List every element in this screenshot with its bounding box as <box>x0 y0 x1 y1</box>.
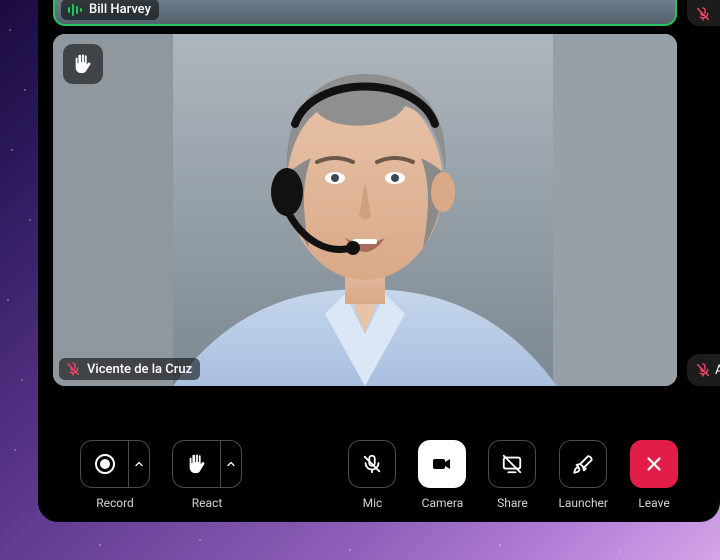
call-toolbar: Record React <box>38 440 720 510</box>
participant-name-chip: Vicente de la Cruz <box>59 358 200 380</box>
record-icon <box>93 452 117 476</box>
hand-raised-icon <box>186 453 208 475</box>
rocket-icon <box>572 453 594 475</box>
camera-button[interactable] <box>418 440 466 488</box>
record-button-group <box>80 440 150 488</box>
toolbar-right-cluster: Mic Camera Share <box>348 440 678 510</box>
share-screen-off-icon <box>501 453 523 475</box>
mic-label: Mic <box>363 496 383 510</box>
leave-button[interactable] <box>630 440 678 488</box>
react-menu-button[interactable] <box>220 440 242 488</box>
launcher-button[interactable] <box>559 440 607 488</box>
speaking-indicator-icon <box>67 3 83 17</box>
close-icon <box>643 453 665 475</box>
react-button[interactable] <box>172 440 220 488</box>
mic-muted-icon <box>695 6 711 22</box>
share-label: Share <box>497 496 528 510</box>
participant-video-placeholder <box>53 34 677 386</box>
share-button[interactable] <box>488 440 536 488</box>
participant-name: Vicente de la Cruz <box>87 362 192 377</box>
mic-muted-icon <box>695 362 711 378</box>
chevron-up-icon <box>225 458 237 470</box>
mic-button[interactable] <box>348 440 396 488</box>
hand-raised-icon <box>72 53 94 75</box>
camera-label: Camera <box>422 496 464 510</box>
launcher-label: Launcher <box>558 496 608 510</box>
mic-muted-icon <box>65 361 81 377</box>
react-button-group <box>172 440 242 488</box>
chevron-up-icon <box>133 458 145 470</box>
react-label: React <box>192 496 223 510</box>
call-panel: Bill Harvey <box>38 0 720 522</box>
participant-name: Bill Harvey <box>89 2 151 17</box>
record-button[interactable] <box>80 440 128 488</box>
hand-raised-badge <box>63 44 103 84</box>
toolbar-left-cluster: Record React <box>80 440 242 510</box>
leave-label: Leave <box>638 496 669 510</box>
participant-name-chip: Bill Harvey <box>61 0 159 20</box>
participant-tile-right-1[interactable] <box>687 0 720 26</box>
participant-name-partial: A <box>715 363 720 378</box>
camera-icon <box>430 452 454 476</box>
participant-tile-main[interactable]: Vicente de la Cruz <box>53 34 677 386</box>
participant-tile-right-2[interactable]: A <box>687 354 720 386</box>
mic-muted-icon <box>361 453 383 475</box>
participant-tile-top[interactable]: Bill Harvey <box>53 0 677 26</box>
record-menu-button[interactable] <box>128 440 150 488</box>
record-label: Record <box>96 496 134 510</box>
